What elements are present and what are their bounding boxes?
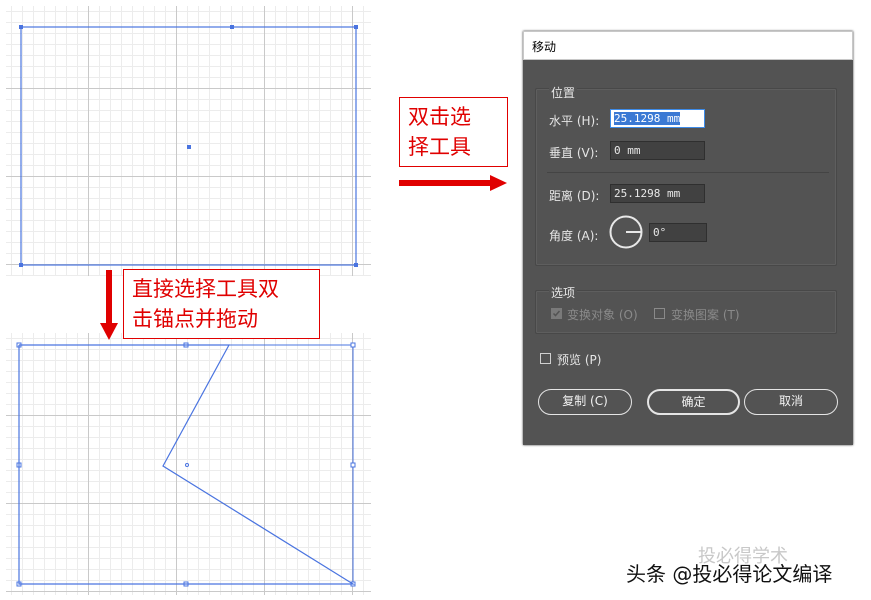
angle-dial-icon[interactable] xyxy=(608,214,644,250)
distance-input[interactable]: 25.1298 mm xyxy=(610,184,705,203)
ok-button[interactable]: 确定 xyxy=(647,389,740,415)
horizontal-label: 水平 (H): xyxy=(549,114,600,128)
vertical-input[interactable]: 0 mm xyxy=(610,141,705,160)
horizontal-value: 25.1298 mm xyxy=(614,112,681,125)
vertical-label: 垂直 (V): xyxy=(549,146,599,160)
watermark: 头条 @投必得论文编译 xyxy=(626,562,833,586)
horizontal-input[interactable]: 25.1298 mm xyxy=(610,109,705,128)
callout-double-click-tool: 双击选 择工具 xyxy=(399,97,508,167)
anchor-points-top[interactable] xyxy=(19,25,358,267)
callout-drag-anchor: 直接选择工具双 击锚点并拖动 xyxy=(123,269,320,339)
dialog-title: 移动 xyxy=(532,40,557,54)
position-group-label: 位置 xyxy=(549,84,578,101)
cancel-button[interactable]: 取消 xyxy=(744,389,838,415)
bounding-box-handles[interactable] xyxy=(16,342,356,587)
transform-patterns-label: 变换图案 (T) xyxy=(671,308,740,322)
dialog-titlebar[interactable]: 移动 xyxy=(523,31,853,60)
move-dialog: 移动 位置 水平 (H): 25.1298 mm 垂直 (V): 0 mm 距离… xyxy=(523,31,853,445)
transform-patterns-checkbox[interactable] xyxy=(654,308,665,319)
transform-objects-checkbox[interactable] xyxy=(551,308,562,319)
position-divider xyxy=(547,172,829,173)
angle-label: 角度 (A): xyxy=(549,229,599,243)
preview-checkbox[interactable] xyxy=(540,353,551,364)
copy-button[interactable]: 复制 (C) xyxy=(538,389,632,415)
angle-input[interactable]: 0° xyxy=(649,223,707,242)
options-group-label: 选项 xyxy=(549,284,578,301)
distance-label: 距离 (D): xyxy=(549,189,600,203)
checkmark-icon xyxy=(552,310,561,317)
arrow-right-icon xyxy=(399,175,507,191)
preview-label: 预览 (P) xyxy=(557,353,602,367)
arrow-down-icon xyxy=(100,270,118,340)
transform-objects-label: 变换对象 (O) xyxy=(567,308,638,322)
